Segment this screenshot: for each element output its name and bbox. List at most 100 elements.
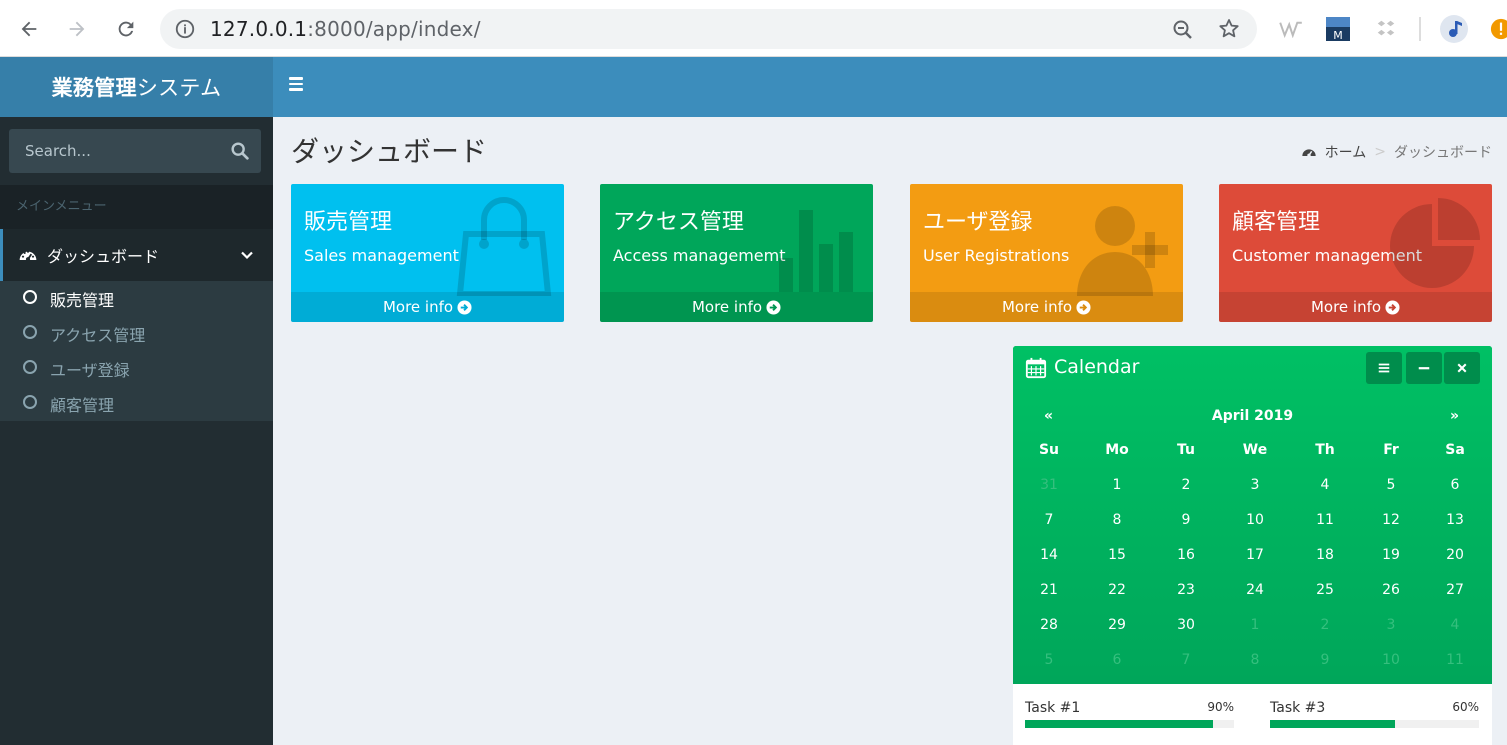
calendar-day[interactable]: 7 [1156,652,1216,668]
calendar-day[interactable]: 18 [1295,547,1355,563]
calendar-day[interactable]: 2 [1295,617,1355,633]
info-box-access: アクセス管理 Access managememt More info [600,184,873,322]
calendar-day[interactable]: 3 [1225,477,1285,493]
calendar-day[interactable]: 13 [1425,512,1485,528]
calendar-day[interactable]: 27 [1425,582,1485,598]
calendar-day[interactable]: 4 [1425,617,1485,633]
update-alert-icon[interactable] [1489,15,1507,43]
back-button[interactable] [12,12,46,46]
extension-m-icon[interactable]: M [1325,15,1351,43]
extension-puzzle-icon[interactable] [1373,15,1399,43]
address-bar[interactable]: 127.0.0.1:8000/app/index/ [160,9,1257,49]
info-icon[interactable] [174,18,196,40]
breadcrumb-current: ダッシュボード [1394,145,1492,161]
calendar-weekday: Su [1038,442,1060,458]
calendar-weekday: Fr [1383,442,1399,458]
calendar-day[interactable]: 1 [1087,477,1147,493]
breadcrumb-home-link[interactable]: ホーム [1325,142,1367,162]
calendar-collapse-button[interactable] [1406,352,1442,384]
calendar-icon [1025,357,1047,379]
search-icon[interactable] [229,140,251,162]
circle-icon [23,360,37,374]
url-path: :8000/app/index/ [307,17,481,41]
arrow-left-icon [21,21,37,37]
calendar-day[interactable]: 1 [1225,617,1285,633]
calendar-header: Calendar « April 2019 » Su Mo Tu We Th Fr Sa 31… [1013,346,1492,684]
app-logo[interactable]: 業務管理システム [0,57,273,117]
calendar-day[interactable]: 31 [1019,477,1079,493]
box-title: 顧客管理 [1232,210,1321,235]
calendar-day[interactable]: 29 [1087,617,1147,633]
calendar-day[interactable]: 21 [1019,582,1079,598]
extension-w-icon[interactable] [1278,15,1304,43]
sidebar-item-dashboard[interactable]: ダッシュボード [0,229,273,281]
task-progress-area: Task #1 90% Task #3 60% [1013,684,1492,745]
sidebar-subitem-access[interactable]: アクセス管理 [0,316,273,351]
box-subtitle: User Registrations [923,246,1070,265]
more-info-link[interactable]: More info [600,292,873,322]
calendar-day[interactable]: 5 [1019,652,1079,668]
menu-header: メインメニュー [0,185,273,229]
calendar-day[interactable]: 10 [1225,512,1285,528]
calendar-day[interactable]: 24 [1225,582,1285,598]
calendar-day[interactable]: 2 [1156,477,1216,493]
calendar-day[interactable]: 17 [1225,547,1285,563]
calendar-day[interactable]: 22 [1087,582,1147,598]
calendar-close-button[interactable] [1444,352,1480,384]
calendar-day[interactable]: 25 [1295,582,1355,598]
zoom-icon[interactable] [1171,18,1195,42]
calendar-day[interactable]: 9 [1156,512,1216,528]
calendar-day[interactable]: 6 [1425,477,1485,493]
sidebar-subitem-sales[interactable]: 販売管理 [0,281,273,316]
forward-button[interactable] [60,12,94,46]
calendar-next-button[interactable]: » [1450,408,1459,424]
calendar-day[interactable]: 6 [1087,652,1147,668]
info-box-users: ユーザ登録 User Registrations More info [910,184,1183,322]
calendar-day[interactable]: 20 [1425,547,1485,563]
profile-avatar[interactable] [1439,15,1469,43]
bar-chart-icon [779,210,853,292]
sidebar-subitem-users[interactable]: ユーザ登録 [0,351,273,386]
calendar-day[interactable]: 19 [1361,547,1421,563]
calendar-month-label[interactable]: April 2019 [1013,408,1492,424]
calendar-day[interactable]: 4 [1295,477,1355,493]
arrow-circle-right-icon [1385,299,1400,315]
calendar-day[interactable]: 3 [1361,617,1421,633]
calendar-day[interactable]: 15 [1087,547,1147,563]
calendar-day[interactable]: 8 [1225,652,1285,668]
sidebar-toggle-icon[interactable] [289,77,309,97]
calendar-day[interactable]: 10 [1361,652,1421,668]
subitem-label: 顧客管理 [50,396,115,415]
calendar-weekday: Th [1315,442,1335,458]
calendar-day[interactable]: 9 [1295,652,1355,668]
reload-button[interactable] [109,12,143,46]
calendar-day[interactable]: 5 [1361,477,1421,493]
calendar-day[interactable]: 8 [1087,512,1147,528]
sidebar-subitem-customers[interactable]: 顧客管理 [0,386,273,421]
calendar-menu-button[interactable] [1366,352,1402,384]
calendar-day[interactable]: 26 [1361,582,1421,598]
calendar-day[interactable]: 11 [1295,512,1355,528]
more-info-link[interactable]: More info [1219,292,1492,322]
more-info-link[interactable]: More info [910,292,1183,322]
calendar-day[interactable]: 7 [1019,512,1079,528]
chevron-down-icon [241,251,253,260]
subitem-label: アクセス管理 [50,326,146,345]
calendar-day[interactable]: 30 [1156,617,1216,633]
bookmark-star-icon[interactable] [1217,17,1241,41]
calendar-day[interactable]: 12 [1361,512,1421,528]
calendar-day[interactable]: 23 [1156,582,1216,598]
arrow-circle-right-icon [457,299,472,315]
more-info-link[interactable]: More info [291,292,564,322]
search-input[interactable] [9,129,219,173]
progress-bar [1270,720,1479,728]
url-text: 127.0.0.1:8000/app/index/ [210,17,481,41]
calendar-day[interactable]: 14 [1019,547,1079,563]
calendar-day[interactable]: 28 [1019,617,1079,633]
task-name: Task #1 [1025,700,1081,716]
calendar-day[interactable]: 11 [1425,652,1485,668]
calendar-day[interactable]: 16 [1156,547,1216,563]
info-box-sales: 販売管理 Sales management More info [291,184,564,322]
box-title: ユーザ登録 [923,210,1033,235]
shopping-bag-icon [456,197,552,296]
